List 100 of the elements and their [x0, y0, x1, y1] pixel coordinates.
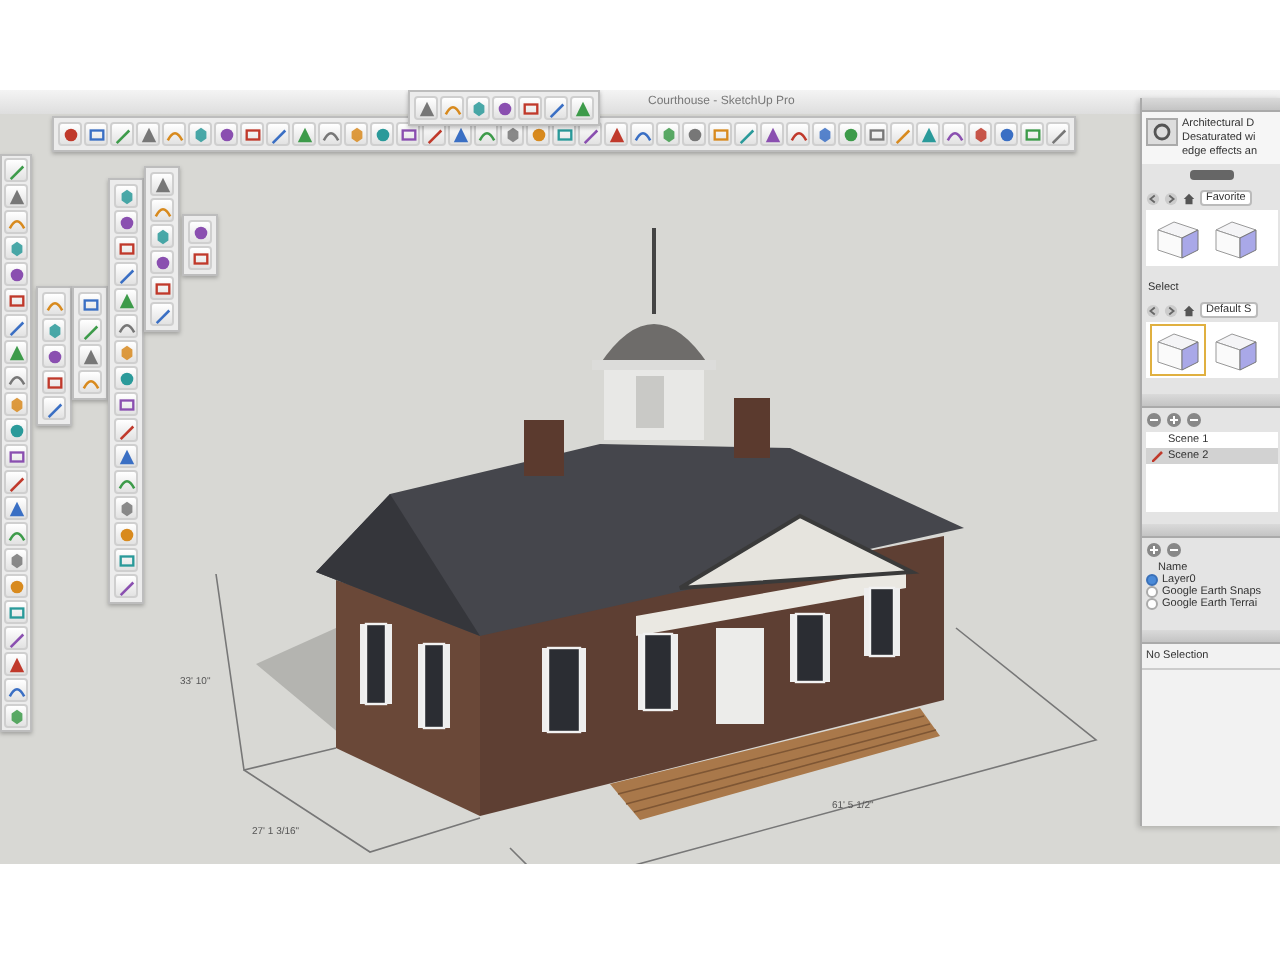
tool-button[interactable]	[4, 522, 28, 546]
tool-button[interactable]	[114, 522, 138, 546]
tool-button[interactable]	[114, 548, 138, 572]
tool-button[interactable]	[42, 396, 66, 420]
tool-button[interactable]	[318, 122, 342, 146]
tool-button[interactable]	[440, 96, 464, 120]
tool-button[interactable]	[150, 302, 174, 326]
tool-button[interactable]	[4, 600, 28, 624]
tool-button[interactable]	[4, 314, 28, 338]
tool-button[interactable]	[78, 344, 102, 368]
radio-button[interactable]	[1146, 598, 1158, 610]
tool-button[interactable]	[4, 288, 28, 312]
tool-button[interactable]	[570, 96, 594, 120]
tool-button[interactable]	[114, 210, 138, 234]
tool-button[interactable]	[994, 122, 1018, 146]
tool-button[interactable]	[58, 122, 82, 146]
tool-button[interactable]	[78, 318, 102, 342]
tool-button[interactable]	[786, 122, 810, 146]
tool-button[interactable]	[4, 392, 28, 416]
style-thumbnail[interactable]	[1152, 326, 1204, 374]
tool-button[interactable]	[734, 122, 758, 146]
back-icon[interactable]	[1146, 303, 1160, 317]
tool-button[interactable]	[114, 470, 138, 494]
tool-button[interactable]	[150, 250, 174, 274]
tool-button[interactable]	[344, 122, 368, 146]
tool-button[interactable]	[838, 122, 862, 146]
tool-button[interactable]	[292, 122, 316, 146]
tool-button[interactable]	[114, 444, 138, 468]
tool-button[interactable]	[1020, 122, 1044, 146]
tool-button[interactable]	[4, 574, 28, 598]
tool-button[interactable]	[708, 122, 732, 146]
tool-button[interactable]	[42, 370, 66, 394]
tool-button[interactable]	[370, 122, 394, 146]
tool-button[interactable]	[114, 496, 138, 520]
radio-button[interactable]	[1146, 574, 1158, 586]
tool-button[interactable]	[4, 184, 28, 208]
tool-button[interactable]	[4, 236, 28, 260]
tool-button[interactable]	[42, 344, 66, 368]
tool-button[interactable]	[214, 122, 238, 146]
tool-button[interactable]	[114, 392, 138, 416]
tool-button[interactable]	[114, 340, 138, 364]
tool-button[interactable]	[4, 444, 28, 468]
tool-button[interactable]	[188, 122, 212, 146]
tool-button[interactable]	[114, 366, 138, 390]
forward-icon[interactable]	[1164, 191, 1178, 205]
radio-button[interactable]	[1146, 586, 1158, 598]
tool-button[interactable]	[4, 652, 28, 676]
tool-button[interactable]	[114, 184, 138, 208]
remove-icon[interactable]	[1186, 412, 1202, 428]
tool-button[interactable]	[150, 198, 174, 222]
tool-button[interactable]	[466, 96, 490, 120]
tool-button[interactable]	[864, 122, 888, 146]
tool-button[interactable]	[78, 292, 102, 316]
tool-button[interactable]	[114, 314, 138, 338]
tool-button[interactable]	[266, 122, 290, 146]
tool-button[interactable]	[114, 262, 138, 286]
remove-icon[interactable]	[1166, 542, 1182, 558]
tool-button[interactable]	[518, 96, 542, 120]
tool-button[interactable]	[492, 96, 516, 120]
tool-button[interactable]	[916, 122, 940, 146]
tool-button[interactable]	[78, 370, 102, 394]
tool-button[interactable]	[4, 626, 28, 650]
forward-icon[interactable]	[1164, 303, 1178, 317]
tool-button[interactable]	[114, 288, 138, 312]
tool-button[interactable]	[188, 220, 212, 244]
tool-button[interactable]	[110, 122, 134, 146]
tool-button[interactable]	[4, 158, 28, 182]
tool-button[interactable]	[4, 548, 28, 572]
add-icon[interactable]	[1166, 412, 1182, 428]
tool-button[interactable]	[760, 122, 784, 146]
tool-button[interactable]	[682, 122, 706, 146]
back-icon[interactable]	[1146, 191, 1160, 205]
tool-button[interactable]	[84, 122, 108, 146]
tool-button[interactable]	[968, 122, 992, 146]
tool-button[interactable]	[4, 496, 28, 520]
tool-button[interactable]	[544, 96, 568, 120]
add-icon[interactable]	[1146, 542, 1162, 558]
tool-button[interactable]	[604, 122, 628, 146]
tool-button[interactable]	[396, 122, 420, 146]
tool-button[interactable]	[890, 122, 914, 146]
tool-button[interactable]	[4, 704, 28, 728]
tool-button[interactable]	[188, 246, 212, 270]
home-icon[interactable]	[1182, 303, 1196, 317]
tool-button[interactable]	[656, 122, 680, 146]
tool-button[interactable]	[136, 122, 160, 146]
tool-button[interactable]	[114, 574, 138, 598]
tool-button[interactable]	[42, 292, 66, 316]
tool-button[interactable]	[150, 172, 174, 196]
tool-button[interactable]	[4, 210, 28, 234]
tool-button[interactable]	[4, 470, 28, 494]
tool-button[interactable]	[4, 678, 28, 702]
tool-button[interactable]	[812, 122, 836, 146]
tool-button[interactable]	[4, 262, 28, 286]
tool-button[interactable]	[150, 276, 174, 300]
tool-button[interactable]	[4, 340, 28, 364]
tool-button[interactable]	[942, 122, 966, 146]
tool-button[interactable]	[630, 122, 654, 146]
tool-button[interactable]	[150, 224, 174, 248]
tool-button[interactable]	[414, 96, 438, 120]
tool-button[interactable]	[162, 122, 186, 146]
